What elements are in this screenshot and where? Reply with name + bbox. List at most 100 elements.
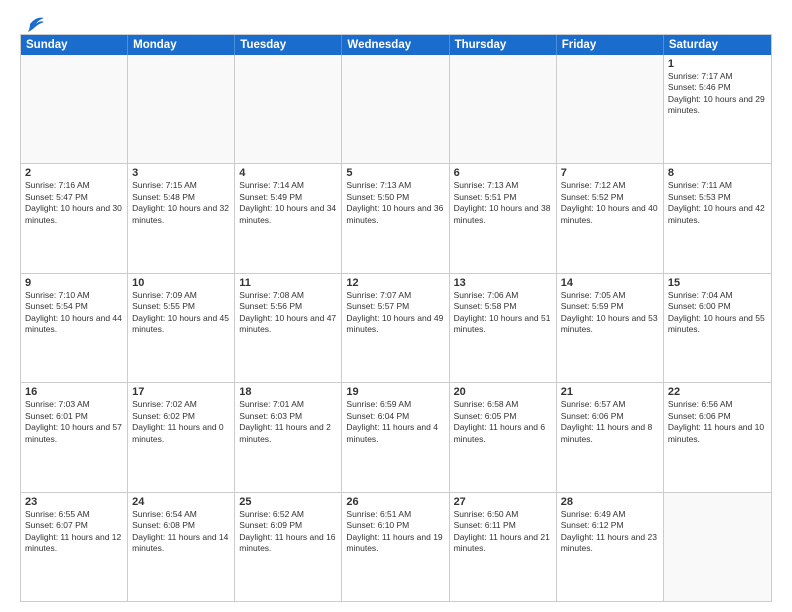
day-info: Sunrise: 7:17 AM Sunset: 5:46 PM Dayligh… [668,71,767,117]
calendar-cell [664,493,771,601]
calendar-cell: 12Sunrise: 7:07 AM Sunset: 5:57 PM Dayli… [342,274,449,382]
day-info: Sunrise: 7:01 AM Sunset: 6:03 PM Dayligh… [239,399,337,445]
weekday-header: Friday [557,35,664,55]
calendar-cell: 26Sunrise: 6:51 AM Sunset: 6:10 PM Dayli… [342,493,449,601]
calendar-cell: 14Sunrise: 7:05 AM Sunset: 5:59 PM Dayli… [557,274,664,382]
day-number: 15 [668,277,767,289]
calendar-cell [128,55,235,163]
day-info: Sunrise: 7:04 AM Sunset: 6:00 PM Dayligh… [668,290,767,336]
day-number: 9 [25,277,123,289]
day-info: Sunrise: 7:13 AM Sunset: 5:51 PM Dayligh… [454,180,552,226]
day-number: 23 [25,496,123,508]
day-info: Sunrise: 7:14 AM Sunset: 5:49 PM Dayligh… [239,180,337,226]
day-number: 21 [561,386,659,398]
day-number: 11 [239,277,337,289]
calendar-row: 1Sunrise: 7:17 AM Sunset: 5:46 PM Daylig… [21,55,771,163]
calendar-cell: 17Sunrise: 7:02 AM Sunset: 6:02 PM Dayli… [128,383,235,491]
calendar-cell: 4Sunrise: 7:14 AM Sunset: 5:49 PM Daylig… [235,164,342,272]
day-info: Sunrise: 7:13 AM Sunset: 5:50 PM Dayligh… [346,180,444,226]
day-number: 3 [132,167,230,179]
calendar-row: 23Sunrise: 6:55 AM Sunset: 6:07 PM Dayli… [21,492,771,601]
weekday-header: Wednesday [342,35,449,55]
calendar-cell: 3Sunrise: 7:15 AM Sunset: 5:48 PM Daylig… [128,164,235,272]
day-number: 26 [346,496,444,508]
day-number: 10 [132,277,230,289]
day-number: 7 [561,167,659,179]
calendar-cell: 22Sunrise: 6:56 AM Sunset: 6:06 PM Dayli… [664,383,771,491]
calendar-cell: 25Sunrise: 6:52 AM Sunset: 6:09 PM Dayli… [235,493,342,601]
calendar-cell: 20Sunrise: 6:58 AM Sunset: 6:05 PM Dayli… [450,383,557,491]
day-info: Sunrise: 6:54 AM Sunset: 6:08 PM Dayligh… [132,509,230,555]
day-number: 1 [668,58,767,70]
header [20,18,772,28]
day-info: Sunrise: 6:59 AM Sunset: 6:04 PM Dayligh… [346,399,444,445]
day-number: 16 [25,386,123,398]
logo [20,18,44,28]
calendar-cell [557,55,664,163]
calendar-cell: 1Sunrise: 7:17 AM Sunset: 5:46 PM Daylig… [664,55,771,163]
day-info: Sunrise: 7:05 AM Sunset: 5:59 PM Dayligh… [561,290,659,336]
day-number: 18 [239,386,337,398]
day-number: 22 [668,386,767,398]
weekday-header: Monday [128,35,235,55]
calendar-cell: 13Sunrise: 7:06 AM Sunset: 5:58 PM Dayli… [450,274,557,382]
day-number: 4 [239,167,337,179]
page: SundayMondayTuesdayWednesdayThursdayFrid… [0,0,792,612]
calendar-row: 16Sunrise: 7:03 AM Sunset: 6:01 PM Dayli… [21,382,771,491]
calendar-cell: 19Sunrise: 6:59 AM Sunset: 6:04 PM Dayli… [342,383,449,491]
day-number: 28 [561,496,659,508]
calendar-cell: 23Sunrise: 6:55 AM Sunset: 6:07 PM Dayli… [21,493,128,601]
calendar-cell: 8Sunrise: 7:11 AM Sunset: 5:53 PM Daylig… [664,164,771,272]
calendar-cell [342,55,449,163]
calendar-cell: 18Sunrise: 7:01 AM Sunset: 6:03 PM Dayli… [235,383,342,491]
day-info: Sunrise: 6:57 AM Sunset: 6:06 PM Dayligh… [561,399,659,445]
day-info: Sunrise: 6:52 AM Sunset: 6:09 PM Dayligh… [239,509,337,555]
day-number: 2 [25,167,123,179]
day-info: Sunrise: 7:06 AM Sunset: 5:58 PM Dayligh… [454,290,552,336]
calendar-cell: 27Sunrise: 6:50 AM Sunset: 6:11 PM Dayli… [450,493,557,601]
day-info: Sunrise: 7:11 AM Sunset: 5:53 PM Dayligh… [668,180,767,226]
calendar-header: SundayMondayTuesdayWednesdayThursdayFrid… [21,35,771,55]
day-number: 14 [561,277,659,289]
calendar-cell: 15Sunrise: 7:04 AM Sunset: 6:00 PM Dayli… [664,274,771,382]
calendar-cell: 2Sunrise: 7:16 AM Sunset: 5:47 PM Daylig… [21,164,128,272]
weekday-header: Tuesday [235,35,342,55]
day-number: 8 [668,167,767,179]
day-number: 20 [454,386,552,398]
day-number: 24 [132,496,230,508]
day-info: Sunrise: 6:56 AM Sunset: 6:06 PM Dayligh… [668,399,767,445]
logo-bird-icon [22,14,44,32]
calendar-row: 2Sunrise: 7:16 AM Sunset: 5:47 PM Daylig… [21,163,771,272]
calendar-cell [21,55,128,163]
calendar-cell: 7Sunrise: 7:12 AM Sunset: 5:52 PM Daylig… [557,164,664,272]
weekday-header: Saturday [664,35,771,55]
day-info: Sunrise: 7:10 AM Sunset: 5:54 PM Dayligh… [25,290,123,336]
calendar-cell: 11Sunrise: 7:08 AM Sunset: 5:56 PM Dayli… [235,274,342,382]
calendar-cell: 6Sunrise: 7:13 AM Sunset: 5:51 PM Daylig… [450,164,557,272]
day-info: Sunrise: 6:50 AM Sunset: 6:11 PM Dayligh… [454,509,552,555]
calendar-cell: 24Sunrise: 6:54 AM Sunset: 6:08 PM Dayli… [128,493,235,601]
calendar-cell [450,55,557,163]
day-number: 6 [454,167,552,179]
weekday-header: Thursday [450,35,557,55]
calendar-cell: 10Sunrise: 7:09 AM Sunset: 5:55 PM Dayli… [128,274,235,382]
calendar-cell: 28Sunrise: 6:49 AM Sunset: 6:12 PM Dayli… [557,493,664,601]
day-number: 5 [346,167,444,179]
calendar-cell: 16Sunrise: 7:03 AM Sunset: 6:01 PM Dayli… [21,383,128,491]
day-info: Sunrise: 7:02 AM Sunset: 6:02 PM Dayligh… [132,399,230,445]
day-info: Sunrise: 7:03 AM Sunset: 6:01 PM Dayligh… [25,399,123,445]
day-info: Sunrise: 7:08 AM Sunset: 5:56 PM Dayligh… [239,290,337,336]
day-info: Sunrise: 6:49 AM Sunset: 6:12 PM Dayligh… [561,509,659,555]
calendar-cell: 21Sunrise: 6:57 AM Sunset: 6:06 PM Dayli… [557,383,664,491]
day-number: 25 [239,496,337,508]
day-info: Sunrise: 7:15 AM Sunset: 5:48 PM Dayligh… [132,180,230,226]
day-number: 19 [346,386,444,398]
day-number: 27 [454,496,552,508]
day-number: 17 [132,386,230,398]
day-info: Sunrise: 7:16 AM Sunset: 5:47 PM Dayligh… [25,180,123,226]
day-info: Sunrise: 7:07 AM Sunset: 5:57 PM Dayligh… [346,290,444,336]
day-info: Sunrise: 7:12 AM Sunset: 5:52 PM Dayligh… [561,180,659,226]
day-info: Sunrise: 6:51 AM Sunset: 6:10 PM Dayligh… [346,509,444,555]
calendar-cell: 5Sunrise: 7:13 AM Sunset: 5:50 PM Daylig… [342,164,449,272]
day-info: Sunrise: 6:55 AM Sunset: 6:07 PM Dayligh… [25,509,123,555]
